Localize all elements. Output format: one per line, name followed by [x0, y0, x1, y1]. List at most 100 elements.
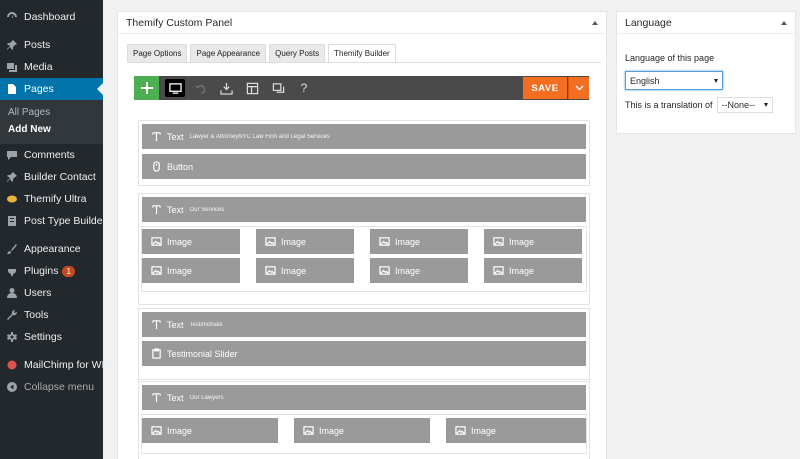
themify-icon — [6, 193, 18, 205]
sidebar-collapse-menu[interactable]: Collapse menu — [0, 376, 103, 398]
image-module[interactable]: Image — [484, 258, 582, 283]
image-module[interactable]: Image — [142, 258, 240, 283]
sidebar-item-settings[interactable]: Settings — [0, 326, 103, 348]
module-name: Text — [167, 131, 184, 142]
image-module[interactable]: Image — [446, 418, 586, 443]
tab-query-posts[interactable]: Query Posts — [269, 44, 326, 63]
sidebar-item-builder-contact[interactable]: Builder Contact — [0, 166, 103, 188]
builder-row-3[interactable]: Text Testimonials Testimonial Slider — [138, 308, 590, 380]
sidebar-item-label: Comments — [24, 149, 75, 161]
chevron-down-icon — [575, 85, 583, 91]
media-icon — [6, 61, 18, 73]
dropdown-arrow-icon — [763, 103, 768, 107]
collapse-icon — [6, 381, 18, 393]
sidebar-item-dashboard[interactable]: Dashboard — [0, 6, 103, 28]
sidebar-item-tools[interactable]: Tools — [0, 304, 103, 326]
sidebar-item-label: Themify Ultra — [24, 193, 87, 205]
module-name: Image — [281, 236, 307, 247]
duplicate-button[interactable] — [267, 76, 289, 100]
sidebar-item-themify-ultra[interactable]: Themify Ultra — [0, 188, 103, 210]
collapse-arrow-icon[interactable] — [781, 20, 787, 25]
post-type-icon — [6, 215, 18, 227]
sidebar-item-mailchimp[interactable]: MailChimp for WP — [0, 354, 109, 376]
image-module[interactable]: Image — [142, 418, 278, 443]
module-name: Image — [319, 425, 345, 436]
submenu-add-new[interactable]: Add New — [0, 121, 103, 138]
sidebar-item-appearance[interactable]: Appearance — [0, 238, 103, 260]
text-icon — [150, 392, 162, 404]
undo-icon — [194, 84, 205, 94]
submenu-all-pages[interactable]: All Pages — [0, 104, 103, 121]
image-icon — [150, 236, 162, 248]
panel-header[interactable]: Language — [617, 12, 795, 34]
download-icon — [219, 82, 233, 95]
tab-themify-builder[interactable]: Themify Builder — [328, 44, 396, 63]
save-options-button[interactable] — [568, 77, 589, 99]
image-module[interactable]: Image — [142, 229, 240, 254]
image-module[interactable]: Image — [370, 229, 468, 254]
sidebar-item-post-type-builder[interactable]: Post Type Builder — [0, 210, 106, 232]
button-module[interactable]: Button — [142, 154, 586, 179]
translation-select[interactable]: --None-- — [716, 97, 773, 113]
image-module[interactable]: Image — [256, 229, 354, 254]
help-button[interactable]: ? — [293, 76, 315, 100]
add-module-button[interactable] — [134, 76, 159, 100]
save-button[interactable]: SAVE — [523, 77, 567, 99]
translation-label: This is a translation of — [625, 100, 713, 110]
sidebar-item-users[interactable]: Users — [0, 282, 103, 304]
sidebar-item-label: Posts — [24, 39, 51, 51]
layout-icon — [246, 82, 258, 94]
help-icon: ? — [300, 81, 308, 95]
module-subtitle: Our Services — [189, 206, 225, 213]
undo-button[interactable] — [189, 76, 211, 100]
module-subtitle: Our Lawyers — [189, 394, 224, 401]
panel-header[interactable]: Themify Custom Panel — [118, 12, 606, 34]
image-module[interactable]: Image — [484, 229, 582, 254]
image-icon — [378, 236, 390, 248]
sidebar-item-label: Builder Contact — [24, 171, 96, 183]
tab-page-options[interactable]: Page Options — [127, 44, 188, 63]
text-module[interactable]: Text Our Services — [142, 197, 586, 222]
sidebar-item-plugins[interactable]: Plugins 1 — [0, 260, 103, 282]
image-icon — [492, 265, 504, 277]
collapse-arrow-icon[interactable] — [592, 20, 598, 25]
sidebar-item-media[interactable]: Media — [0, 56, 103, 78]
builder-row-2[interactable]: Text Our Services Image Image Image Imag… — [138, 193, 590, 305]
import-button[interactable] — [215, 76, 237, 100]
text-module[interactable]: Text Lawyer & AttorneyNYC Law Firm and L… — [142, 124, 586, 149]
text-icon — [150, 204, 162, 216]
tools-icon — [6, 309, 18, 321]
image-icon — [378, 265, 390, 277]
image-module[interactable]: Image — [294, 418, 430, 443]
module-name: Button — [167, 161, 194, 172]
module-name: Image — [167, 236, 193, 247]
builder-row-4[interactable]: Text Our Lawyers Image Image Image — [138, 381, 590, 459]
module-name: Image — [395, 236, 421, 247]
sidebar-item-comments[interactable]: Comments — [0, 144, 103, 166]
module-name: Testimonial Slider — [167, 348, 238, 359]
sidebar-item-pages[interactable]: Pages — [0, 78, 103, 100]
text-module[interactable]: Text Testimonials — [142, 312, 586, 337]
image-icon — [264, 265, 276, 277]
translation-select-value: --None-- — [721, 100, 756, 110]
module-subtitle: Lawyer & AttorneyNYC Law Firm and Legal … — [189, 133, 330, 140]
image-icon — [302, 425, 314, 437]
image-module[interactable]: Image — [370, 258, 468, 283]
sidebar-item-label: Pages — [24, 83, 54, 95]
pin-icon — [6, 39, 18, 51]
sidebar-item-label: Collapse menu — [24, 381, 95, 393]
language-select[interactable]: English — [625, 71, 723, 90]
layouts-button[interactable] — [241, 76, 263, 100]
builder-row-1[interactable]: Text Lawyer & AttorneyNYC Law Firm and L… — [138, 120, 590, 186]
mailchimp-icon — [6, 359, 18, 371]
image-module[interactable]: Image — [256, 258, 354, 283]
sidebar-item-posts[interactable]: Posts — [0, 34, 103, 56]
language-label: Language of this page — [625, 53, 715, 63]
testimonial-slider-module[interactable]: Testimonial Slider — [142, 341, 586, 366]
tab-page-appearance[interactable]: Page Appearance — [190, 44, 267, 63]
plus-icon — [140, 82, 153, 94]
module-name: Image — [281, 265, 307, 276]
desktop-view-button[interactable] — [165, 79, 185, 97]
text-module[interactable]: Text Our Lawyers — [142, 385, 586, 410]
plugins-update-badge: 1 — [62, 265, 75, 277]
